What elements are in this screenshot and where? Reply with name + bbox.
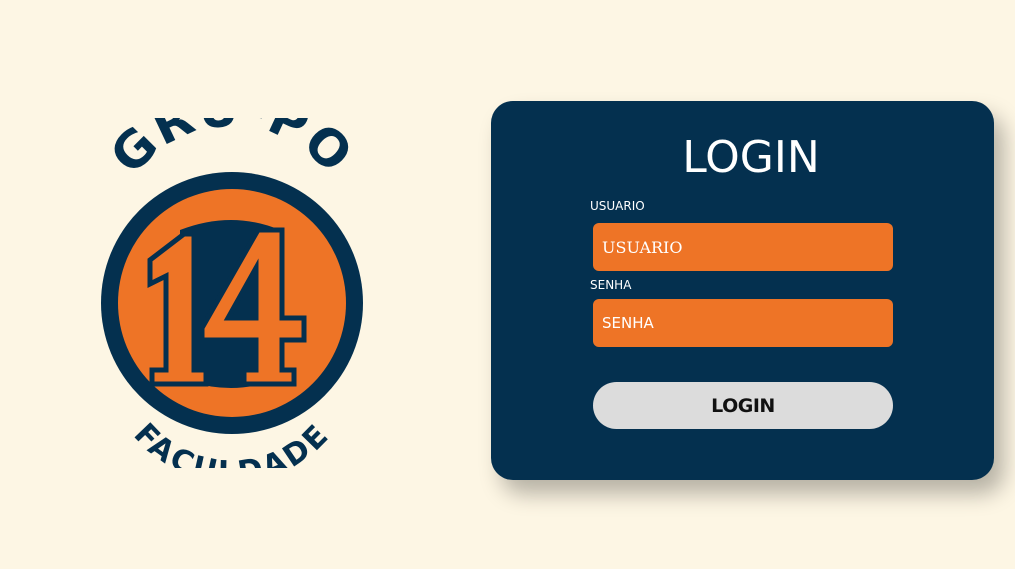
password-input[interactable] — [593, 299, 893, 347]
password-label: SENHA — [590, 278, 632, 292]
username-input[interactable] — [593, 223, 893, 271]
username-label: USUARIO — [590, 199, 645, 213]
login-button[interactable]: LOGIN — [593, 382, 893, 429]
login-title-text: LOGIN — [682, 132, 820, 183]
login-title: LOGIN — [0, 133, 1015, 183]
login-page: GRU-PO FACULDADE LOGIN USUARIO SENHA LOG… — [0, 0, 1015, 569]
